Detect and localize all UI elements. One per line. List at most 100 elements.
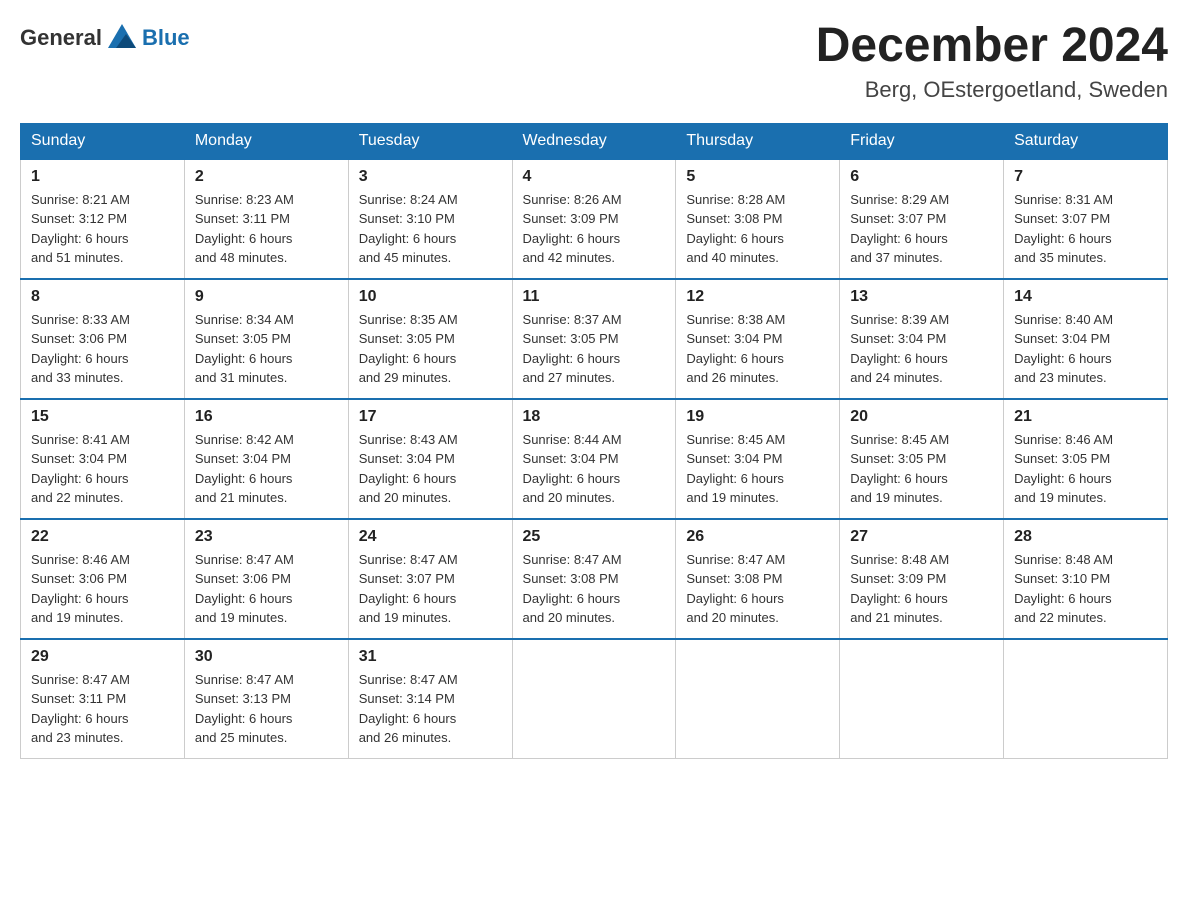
day-cell: 20 Sunrise: 8:45 AMSunset: 3:05 PMDayligh… — [840, 399, 1004, 519]
day-info: Sunrise: 8:47 AMSunset: 3:08 PMDaylight:… — [523, 550, 666, 628]
day-number: 7 — [1014, 168, 1157, 186]
logo: General Blue — [20, 20, 190, 56]
day-number: 10 — [359, 288, 502, 306]
day-cell: 14Sunrise: 8:40 AMSunset: 3:04 PMDayligh… — [1004, 279, 1168, 399]
calendar-table: SundayMondayTuesdayWednesdayThursdayFrid… — [20, 123, 1168, 760]
day-number: 17 — [359, 408, 502, 426]
day-number: 25 — [523, 528, 666, 546]
day-cell: 16 Sunrise: 8:42 AMSunset: 3:04 PMDayligh… — [184, 399, 348, 519]
day-info: Sunrise: 8:43 AMSunset: 3:04 PMDaylight:… — [359, 430, 502, 508]
day-cell: 29Sunrise: 8:47 AMSunset: 3:11 PMDayligh… — [21, 639, 185, 759]
day-number: 29 — [31, 648, 174, 666]
day-info: Sunrise: 8:26 AMSunset: 3:09 PMDaylight:… — [523, 190, 666, 268]
weekday-header-saturday: Saturday — [1004, 123, 1168, 159]
day-info: Sunrise: 8:47 AMSunset: 3:14 PMDaylight:… — [359, 670, 502, 748]
day-info: Sunrise: 8:38 AMSunset: 3:04 PMDaylight:… — [686, 310, 829, 388]
day-number: 14 — [1014, 288, 1157, 306]
day-info: Sunrise: 8:39 AMSunset: 3:04 PMDaylight:… — [850, 310, 993, 388]
day-cell: 28 Sunrise: 8:48 AMSunset: 3:10 PMDayligh… — [1004, 519, 1168, 639]
day-info: Sunrise: 8:37 AMSunset: 3:05 PMDaylight:… — [523, 310, 666, 388]
day-number: 21 — [1014, 408, 1157, 426]
day-cell: 10 Sunrise: 8:35 AMSunset: 3:05 PMDayligh… — [348, 279, 512, 399]
day-info: Sunrise: 8:42 AMSunset: 3:04 PMDaylight:… — [195, 430, 338, 508]
title-area: December 2024 Berg, OEstergoetland, Swed… — [816, 20, 1168, 103]
day-cell: 30 Sunrise: 8:47 AMSunset: 3:13 PMDayligh… — [184, 639, 348, 759]
day-cell: 1 Sunrise: 8:21 AMSunset: 3:12 PMDaylight… — [21, 159, 185, 279]
day-cell: 15Sunrise: 8:41 AMSunset: 3:04 PMDayligh… — [21, 399, 185, 519]
day-cell: 22Sunrise: 8:46 AMSunset: 3:06 PMDayligh… — [21, 519, 185, 639]
week-row-4: 22Sunrise: 8:46 AMSunset: 3:06 PMDayligh… — [21, 519, 1168, 639]
day-number: 9 — [195, 288, 338, 306]
day-cell: 19 Sunrise: 8:45 AMSunset: 3:04 PMDayligh… — [676, 399, 840, 519]
day-cell: 25 Sunrise: 8:47 AMSunset: 3:08 PMDayligh… — [512, 519, 676, 639]
day-cell: 12 Sunrise: 8:38 AMSunset: 3:04 PMDayligh… — [676, 279, 840, 399]
day-number: 18 — [523, 408, 666, 426]
day-info: Sunrise: 8:24 AMSunset: 3:10 PMDaylight:… — [359, 190, 502, 268]
day-cell: 4 Sunrise: 8:26 AMSunset: 3:09 PMDaylight… — [512, 159, 676, 279]
day-info: Sunrise: 8:47 AMSunset: 3:07 PMDaylight:… — [359, 550, 502, 628]
day-cell: 8Sunrise: 8:33 AMSunset: 3:06 PMDaylight… — [21, 279, 185, 399]
day-info: Sunrise: 8:34 AMSunset: 3:05 PMDaylight:… — [195, 310, 338, 388]
logo-icon — [104, 20, 140, 56]
day-number: 19 — [686, 408, 829, 426]
day-cell: 3 Sunrise: 8:24 AMSunset: 3:10 PMDaylight… — [348, 159, 512, 279]
day-info: Sunrise: 8:47 AMSunset: 3:08 PMDaylight:… — [686, 550, 829, 628]
day-number: 26 — [686, 528, 829, 546]
day-cell — [1004, 639, 1168, 759]
day-number: 30 — [195, 648, 338, 666]
day-cell: 24 Sunrise: 8:47 AMSunset: 3:07 PMDayligh… — [348, 519, 512, 639]
weekday-header-friday: Friday — [840, 123, 1004, 159]
day-info: Sunrise: 8:48 AMSunset: 3:09 PMDaylight:… — [850, 550, 993, 628]
day-number: 8 — [31, 288, 174, 306]
day-info: Sunrise: 8:29 AMSunset: 3:07 PMDaylight:… — [850, 190, 993, 268]
day-number: 11 — [523, 288, 666, 306]
day-cell: 31 Sunrise: 8:47 AMSunset: 3:14 PMDayligh… — [348, 639, 512, 759]
weekday-header-wednesday: Wednesday — [512, 123, 676, 159]
day-cell: 6 Sunrise: 8:29 AMSunset: 3:07 PMDaylight… — [840, 159, 1004, 279]
day-info: Sunrise: 8:45 AMSunset: 3:04 PMDaylight:… — [686, 430, 829, 508]
day-info: Sunrise: 8:21 AMSunset: 3:12 PMDaylight:… — [31, 190, 174, 268]
location: Berg, OEstergoetland, Sweden — [816, 77, 1168, 103]
weekday-header-thursday: Thursday — [676, 123, 840, 159]
day-number: 31 — [359, 648, 502, 666]
day-cell: 9 Sunrise: 8:34 AMSunset: 3:05 PMDaylight… — [184, 279, 348, 399]
day-number: 6 — [850, 168, 993, 186]
day-number: 28 — [1014, 528, 1157, 546]
day-cell: 17 Sunrise: 8:43 AMSunset: 3:04 PMDayligh… — [348, 399, 512, 519]
month-title: December 2024 — [816, 20, 1168, 73]
day-cell: 23Sunrise: 8:47 AMSunset: 3:06 PMDayligh… — [184, 519, 348, 639]
weekday-header-tuesday: Tuesday — [348, 123, 512, 159]
day-number: 22 — [31, 528, 174, 546]
day-number: 24 — [359, 528, 502, 546]
day-cell: 21 Sunrise: 8:46 AMSunset: 3:05 PMDayligh… — [1004, 399, 1168, 519]
day-number: 12 — [686, 288, 829, 306]
day-number: 5 — [686, 168, 829, 186]
day-info: Sunrise: 8:31 AMSunset: 3:07 PMDaylight:… — [1014, 190, 1157, 268]
day-info: Sunrise: 8:41 AMSunset: 3:04 PMDaylight:… — [31, 430, 174, 508]
day-info: Sunrise: 8:47 AMSunset: 3:13 PMDaylight:… — [195, 670, 338, 748]
day-cell: 27 Sunrise: 8:48 AMSunset: 3:09 PMDayligh… — [840, 519, 1004, 639]
day-cell: 13 Sunrise: 8:39 AMSunset: 3:04 PMDayligh… — [840, 279, 1004, 399]
logo-blue-text: Blue — [142, 25, 190, 51]
day-cell: 7 Sunrise: 8:31 AMSunset: 3:07 PMDaylight… — [1004, 159, 1168, 279]
day-number: 4 — [523, 168, 666, 186]
day-info: Sunrise: 8:28 AMSunset: 3:08 PMDaylight:… — [686, 190, 829, 268]
day-info: Sunrise: 8:47 AMSunset: 3:06 PMDaylight:… — [195, 550, 338, 628]
week-row-5: 29Sunrise: 8:47 AMSunset: 3:11 PMDayligh… — [21, 639, 1168, 759]
day-number: 3 — [359, 168, 502, 186]
day-info: Sunrise: 8:48 AMSunset: 3:10 PMDaylight:… — [1014, 550, 1157, 628]
day-cell: 11 Sunrise: 8:37 AMSunset: 3:05 PMDayligh… — [512, 279, 676, 399]
day-cell: 2 Sunrise: 8:23 AMSunset: 3:11 PMDaylight… — [184, 159, 348, 279]
day-info: Sunrise: 8:45 AMSunset: 3:05 PMDaylight:… — [850, 430, 993, 508]
day-number: 13 — [850, 288, 993, 306]
day-info: Sunrise: 8:23 AMSunset: 3:11 PMDaylight:… — [195, 190, 338, 268]
day-number: 16 — [195, 408, 338, 426]
day-number: 2 — [195, 168, 338, 186]
day-number: 20 — [850, 408, 993, 426]
day-cell: 5 Sunrise: 8:28 AMSunset: 3:08 PMDaylight… — [676, 159, 840, 279]
day-info: Sunrise: 8:35 AMSunset: 3:05 PMDaylight:… — [359, 310, 502, 388]
day-info: Sunrise: 8:46 AMSunset: 3:05 PMDaylight:… — [1014, 430, 1157, 508]
day-number: 1 — [31, 168, 174, 186]
day-number: 27 — [850, 528, 993, 546]
page-header: General Blue December 2024 Berg, OEsterg… — [20, 20, 1168, 103]
